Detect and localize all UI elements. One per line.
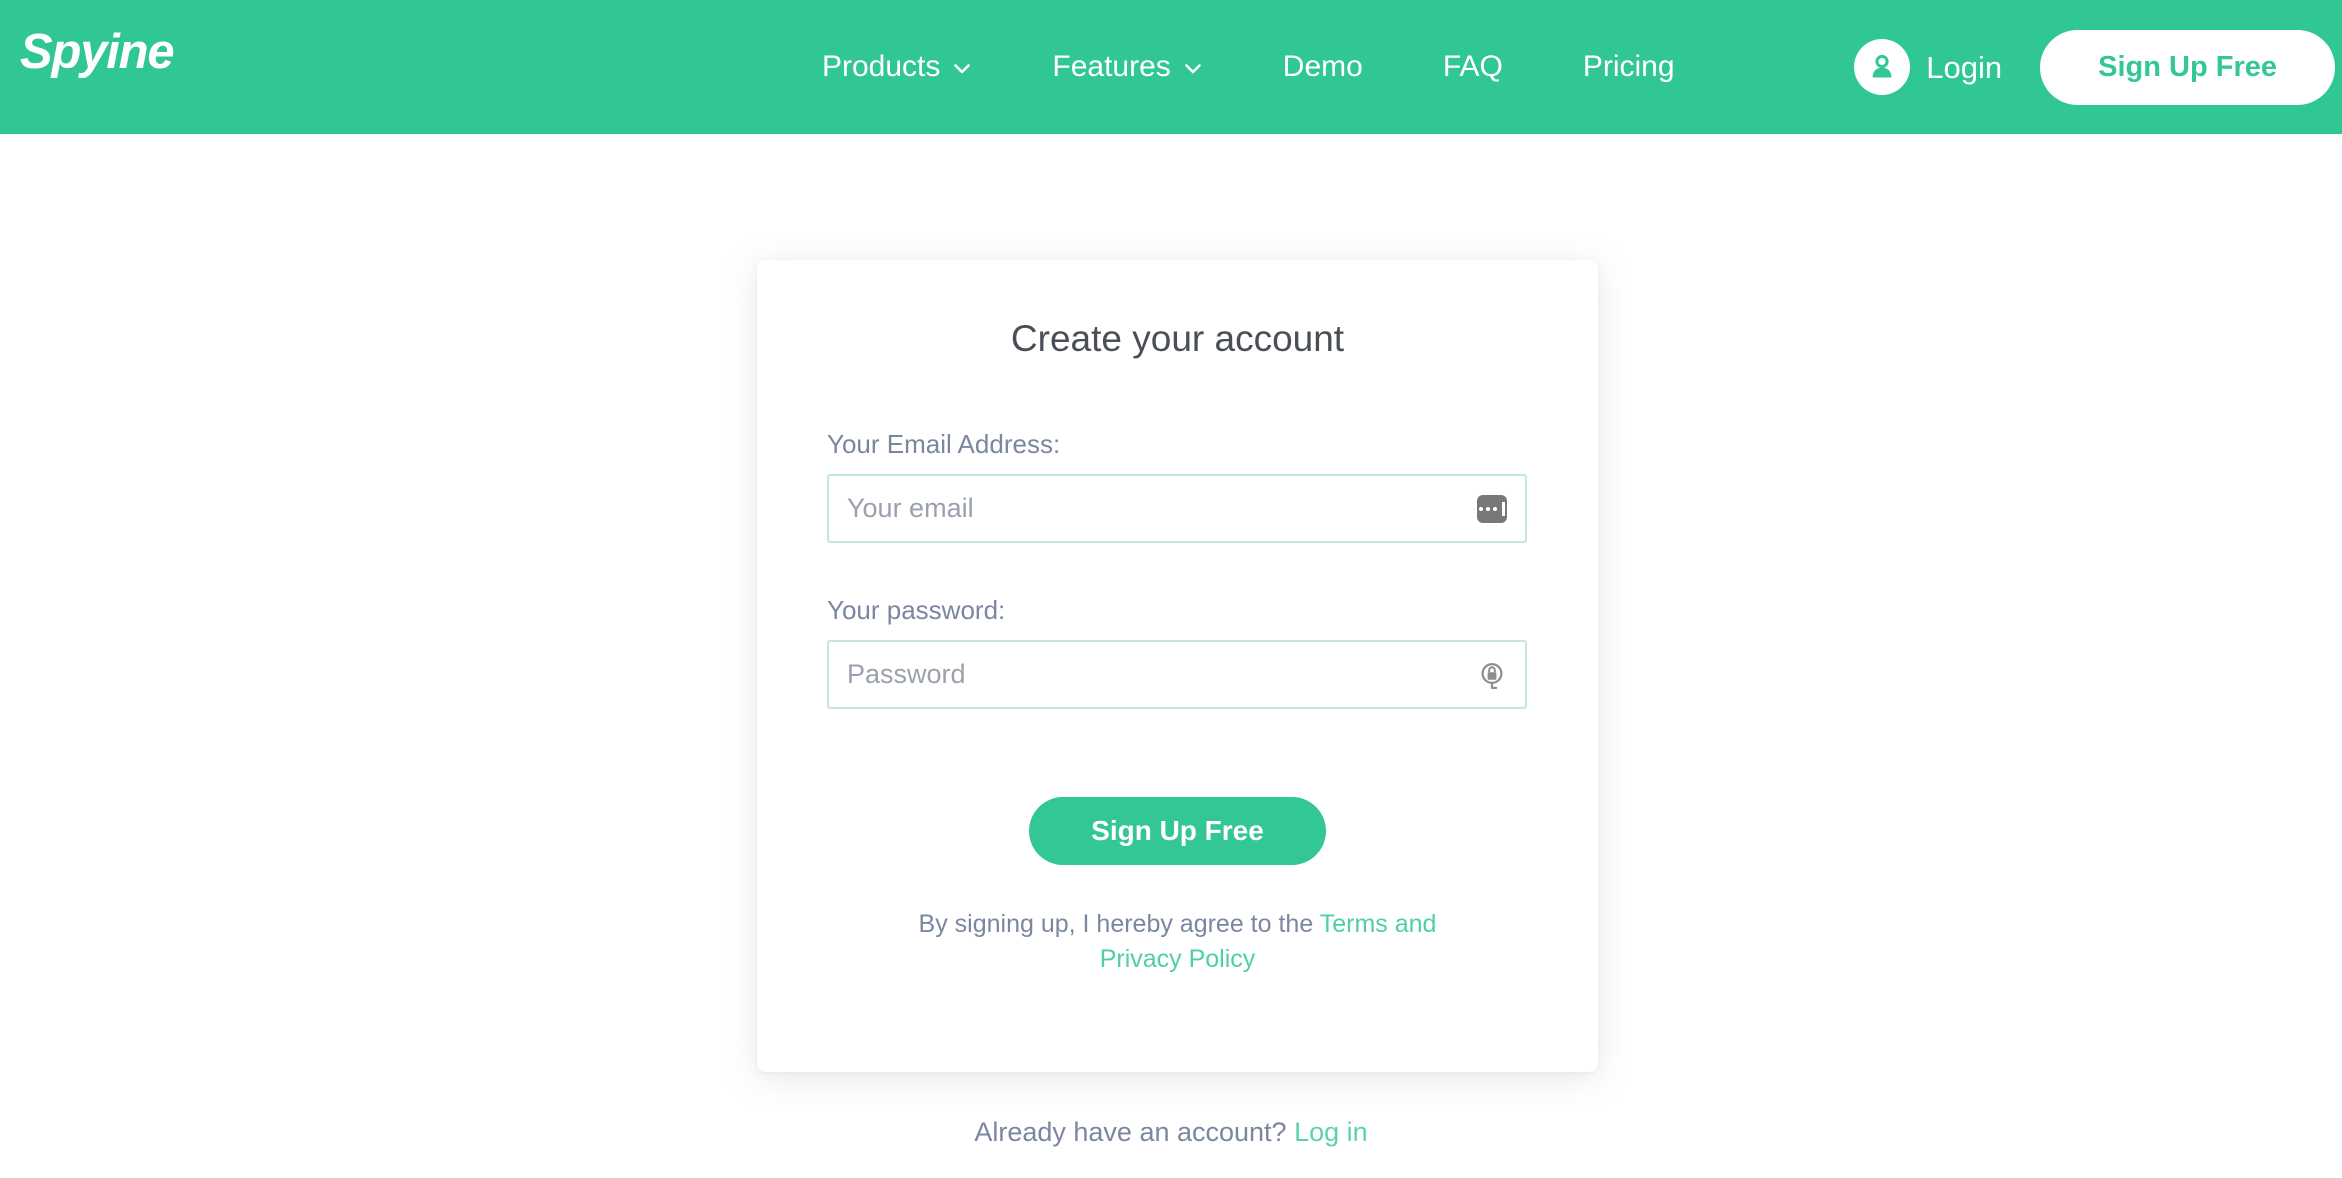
signup-form: Your Email Address: Your password: — [827, 431, 1528, 976]
email-field-label: Your Email Address: — [827, 429, 1061, 459]
password-field-label: Your password: — [827, 595, 1006, 625]
login-prompt: Already have an account? Log in — [0, 1119, 2342, 1146]
submit-row: Sign Up Free — [827, 797, 1528, 865]
login-label: Login — [1926, 49, 2003, 85]
chevron-down-icon — [952, 59, 972, 79]
header-signup-button[interactable]: Sign Up Free — [2040, 29, 2335, 105]
nav-item-label: Demo — [1282, 50, 1363, 83]
page-title: Create your account — [1010, 318, 1345, 359]
terms-notice: By signing up, I hereby agree to the Ter… — [912, 907, 1443, 976]
signup-submit-button[interactable]: Sign Up Free — [1029, 797, 1326, 865]
password-input[interactable] — [827, 640, 1527, 709]
login-prompt-text: Already have an account? — [974, 1117, 1295, 1147]
terms-prefix: By signing up, I hereby agree to the — [918, 910, 1320, 938]
autofill-dots-icon[interactable] — [1475, 492, 1509, 526]
nav-item-features[interactable]: Features — [1012, 52, 1242, 82]
nav-item-label: Products — [822, 50, 941, 83]
login-link[interactable]: Login — [1854, 39, 2002, 95]
password-key-icon[interactable] — [1475, 658, 1509, 692]
page-body: Create your account Your Email Address: … — [0, 134, 2342, 1178]
nav-item-faq[interactable]: FAQ — [1403, 52, 1543, 82]
signup-card: Create your account Your Email Address: … — [757, 260, 1598, 1072]
header-actions: Login Sign Up Free — [1854, 0, 2335, 134]
nav-item-label: Pricing — [1582, 50, 1675, 83]
nav-item-products[interactable]: Products — [782, 52, 1012, 82]
user-avatar-icon — [1854, 39, 1911, 95]
nav-item-label: Features — [1052, 50, 1171, 83]
nav-item-label: FAQ — [1442, 50, 1503, 83]
password-field-wrapper — [827, 640, 1527, 709]
site-header: Spyine Products Features Demo FAQ Pricin… — [0, 0, 2342, 134]
nav-item-demo[interactable]: Demo — [1243, 52, 1403, 82]
email-input[interactable] — [827, 474, 1527, 543]
brand-logo[interactable]: Spyine — [20, 28, 175, 77]
login-prompt-link[interactable]: Log in — [1294, 1117, 1368, 1147]
primary-nav: Products Features Demo FAQ Pricing — [782, 0, 1715, 134]
email-field-wrapper — [827, 474, 1527, 543]
chevron-down-icon — [1183, 59, 1203, 79]
nav-item-pricing[interactable]: Pricing — [1543, 52, 1715, 82]
